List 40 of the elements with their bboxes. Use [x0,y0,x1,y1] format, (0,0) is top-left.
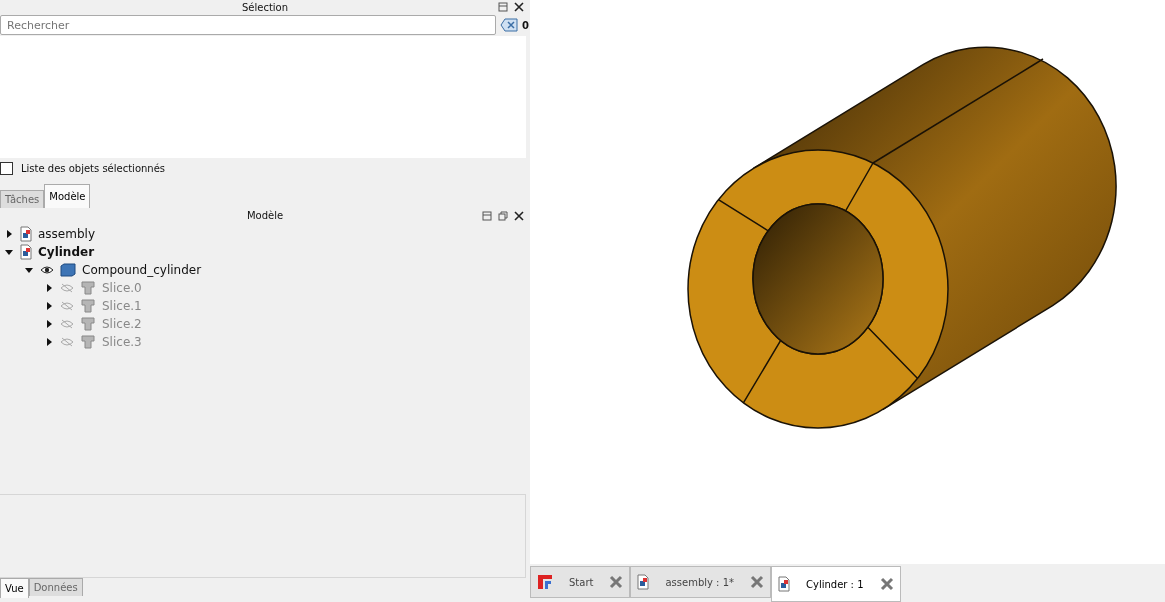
slice-icon [80,299,96,313]
tree-item[interactable]: assembly [38,227,95,241]
tab[interactable]: Modèle [44,184,91,208]
checkbox[interactable] [0,161,13,175]
document-icon [20,244,32,260]
document-icon [778,576,790,592]
tree-item[interactable]: Cylinder [38,245,95,259]
expand-arrow-icon[interactable] [4,229,14,239]
slice-icon [80,317,96,331]
eye-icon[interactable] [40,265,54,275]
selection-count: 0 [522,19,530,31]
tree-item[interactable]: Compound_cylinder [82,263,202,277]
panel-title: Sélection [241,1,289,14]
clear-icon[interactable] [500,18,518,32]
search-field[interactable]: Rechercher [0,15,496,35]
document-tab[interactable]: Cylinder : 1 [771,566,901,602]
document-tab[interactable]: Start [530,566,631,598]
checkbox-label: Liste des objets sélectionnés [21,162,166,174]
close-icon[interactable] [514,2,524,12]
expand-arrow-icon[interactable] [24,265,34,275]
document-icon [20,226,32,242]
expand-arrow-icon[interactable] [44,337,54,347]
panel-title: Modèle [246,209,284,222]
slice-icon [80,281,96,295]
tab[interactable]: Tâches [0,190,45,208]
tab[interactable]: Vue [0,578,29,598]
document-icon [637,574,650,590]
expand-arrow-icon[interactable] [4,247,14,257]
restore-icon[interactable] [498,210,508,221]
float-icon[interactable] [498,2,508,12]
float-icon[interactable] [482,210,492,221]
start-logo-icon [537,574,553,590]
expand-arrow-icon[interactable] [44,319,54,329]
expand-arrow-icon[interactable] [44,301,54,311]
document-tab[interactable]: assembly : 1* [630,566,771,598]
tab[interactable]: Données [28,578,83,596]
cube-icon [60,263,76,277]
expand-arrow-icon[interactable] [44,283,54,293]
slice-icon [80,335,96,349]
close-icon[interactable] [514,210,524,221]
